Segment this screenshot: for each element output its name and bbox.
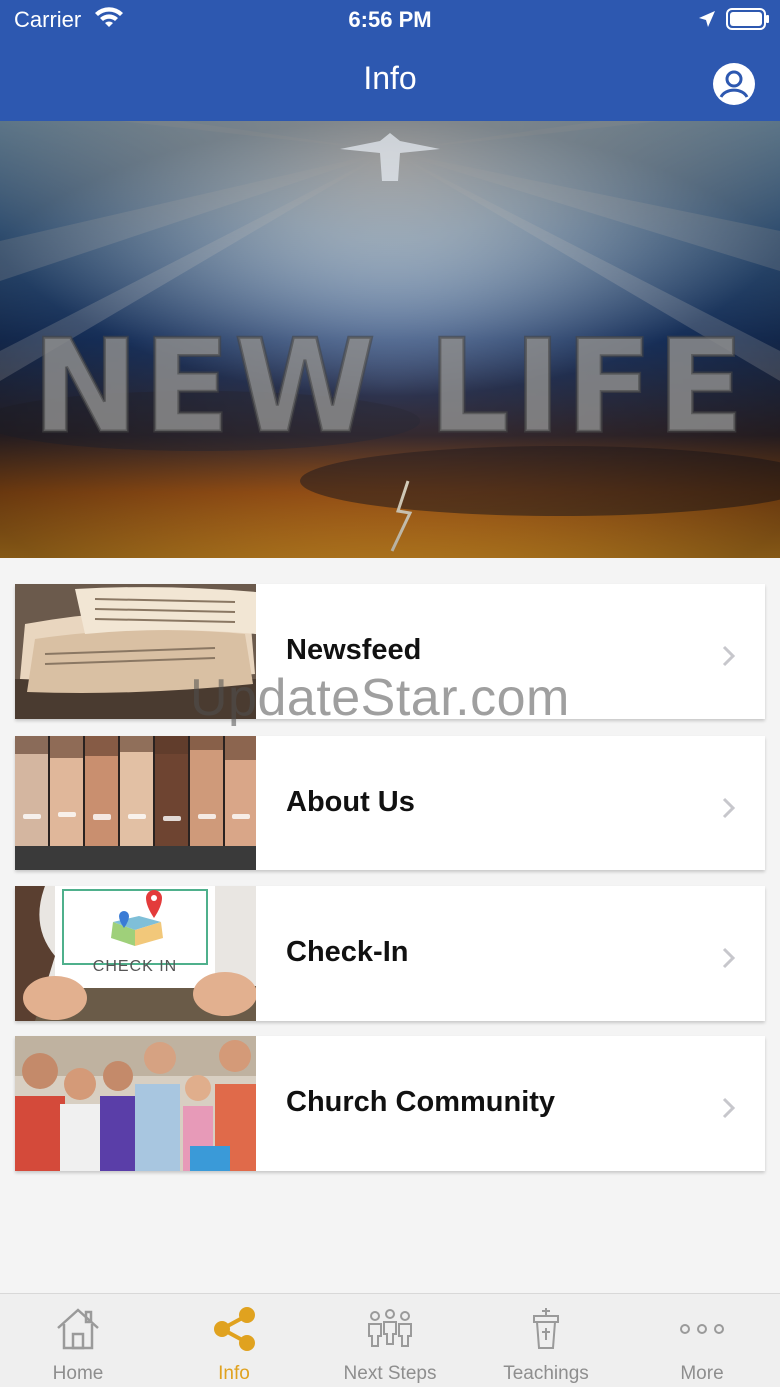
clock: 6:56 PM bbox=[348, 7, 432, 32]
page-title: Info bbox=[363, 60, 417, 96]
chevron-right-icon bbox=[722, 947, 736, 969]
hero-banner: NEW LIFE bbox=[0, 121, 780, 558]
menu-item-about-us[interactable]: About Us bbox=[15, 736, 765, 870]
status-bar: Carrier 6:56 PM bbox=[0, 0, 780, 40]
check-in-sign-image: CHECK IN bbox=[15, 886, 256, 1021]
pulpit-icon bbox=[533, 1308, 559, 1349]
share-icon bbox=[214, 1307, 255, 1351]
tab-teachings[interactable]: Teachings bbox=[468, 1294, 624, 1387]
tab-next-steps[interactable]: Next Steps bbox=[312, 1294, 468, 1387]
menu-item-check-in[interactable]: CHECK IN Check-In bbox=[15, 886, 765, 1021]
family-photo-image bbox=[15, 1036, 256, 1171]
chevron-right-icon bbox=[722, 645, 736, 667]
tab-more[interactable]: More bbox=[624, 1294, 780, 1387]
more-icon bbox=[680, 1324, 724, 1334]
tab-home[interactable]: Home bbox=[0, 1294, 156, 1387]
user-icon bbox=[713, 63, 755, 105]
menu-item-label: Newsfeed bbox=[286, 634, 422, 666]
chevron-right-icon bbox=[722, 1097, 736, 1119]
menu-item-church-community[interactable]: Church Community bbox=[15, 1036, 765, 1171]
tab-label: Teachings bbox=[503, 1363, 589, 1384]
watermark: UpdateStar.com bbox=[190, 669, 570, 727]
tab-label: More bbox=[680, 1363, 724, 1384]
battery-icon bbox=[726, 8, 770, 35]
faces-collage-image bbox=[15, 736, 256, 870]
check-in-caption: CHECK IN bbox=[92, 958, 178, 975]
menu-item-label: Church Community bbox=[286, 1086, 556, 1118]
header: Carrier 6:56 PM Info bbox=[0, 0, 780, 121]
tab-label: Next Steps bbox=[343, 1363, 437, 1384]
menu-item-label: Check-In bbox=[286, 936, 409, 968]
hero-title: NEW LIFE bbox=[30, 312, 749, 464]
chevron-right-icon bbox=[722, 797, 736, 819]
profile-button[interactable] bbox=[712, 62, 756, 106]
tab-bar: Home Info Next Steps Teachings More bbox=[0, 1293, 780, 1387]
location-arrow-icon bbox=[697, 9, 717, 34]
tab-info[interactable]: Info bbox=[156, 1294, 312, 1387]
tab-label: Home bbox=[52, 1363, 104, 1384]
home-icon bbox=[57, 1308, 99, 1350]
menu-item-label: About Us bbox=[286, 786, 415, 818]
tab-label: Info bbox=[218, 1363, 250, 1384]
people-icon bbox=[368, 1309, 412, 1347]
